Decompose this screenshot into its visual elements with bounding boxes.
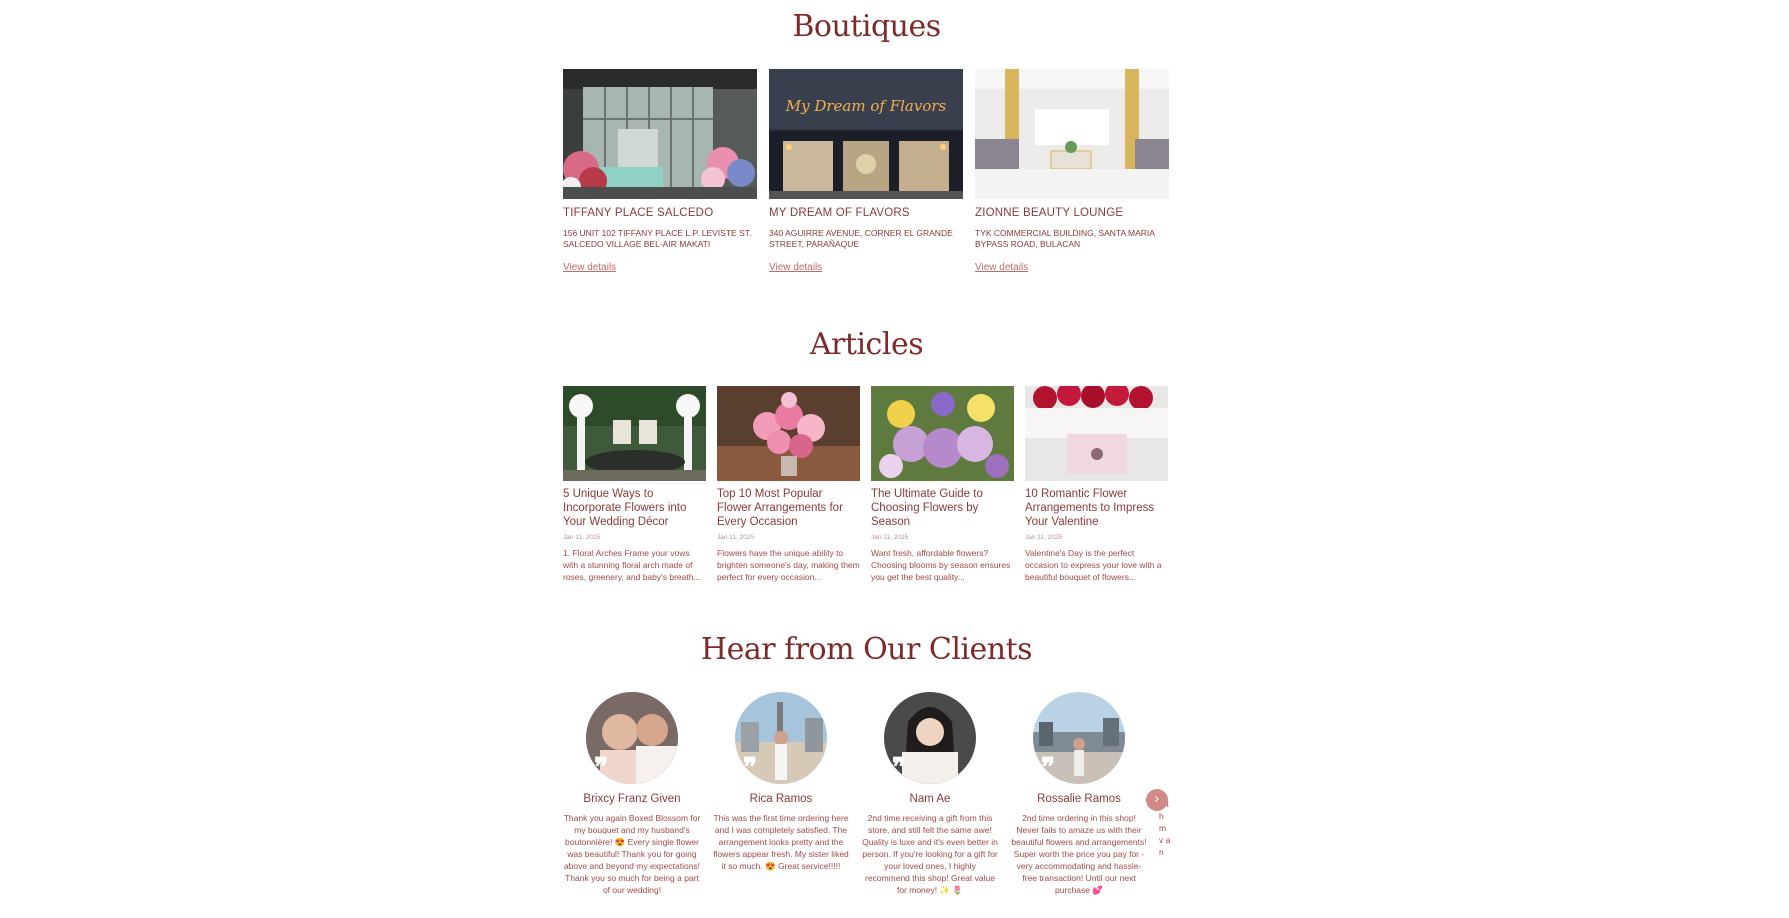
- boutique-address: 156 UNIT 102 TIFFANY PLACE L.P. LEVISTE …: [563, 228, 752, 249]
- client-name: Rossalie Ramos: [1037, 793, 1121, 805]
- article-excerpt: Flowers have the unique ability to brigh…: [717, 548, 860, 582]
- boutiques-list: TIFFANY PLACE SALCEDO 156 UNIT 102 TIFFA…: [563, 69, 1170, 275]
- testimonial-text: 2nd time ordering in this shop! Never fa…: [1011, 813, 1147, 895]
- view-details-link[interactable]: View details: [563, 262, 616, 273]
- client-name: Nam Ae: [909, 793, 951, 805]
- article-date: Jan 11, 2025: [563, 534, 601, 541]
- client-avatar: ❞: [884, 692, 976, 784]
- client-name: Rica Ramos: [749, 793, 813, 805]
- interior-image: [975, 69, 1169, 199]
- testimonial-card: ❞ Brixcy Franz Given Thank you again Box…: [563, 692, 701, 896]
- article-title[interactable]: Top 10 Most Popular Flower Arrangements …: [717, 487, 860, 529]
- seasonal-flowers-image: [871, 386, 1014, 481]
- article-card: Top 10 Most Popular Flower Arrangements …: [717, 386, 860, 583]
- boutique-address: TYK COMMERCIAL BUILDING, SANTA MARIA BYP…: [975, 228, 1155, 249]
- testimonial-text: Thank you again Boxed Blossom for my bou…: [563, 813, 701, 895]
- article-title[interactable]: 10 Romantic Flower Arrangements to Impre…: [1025, 487, 1168, 529]
- testimonial-card: ❞ Nam Ae 2nd time receiving a gift from …: [861, 692, 999, 896]
- article-title[interactable]: The Ultimate Guide to Choosing Flowers b…: [871, 487, 1014, 529]
- boutique-card: TIFFANY PLACE SALCEDO 156 UNIT 102 TIFFA…: [563, 69, 757, 275]
- boutiques-heading: Boutiques: [792, 9, 941, 44]
- testimonial-card-partial: T th m v an: [1159, 692, 1170, 858]
- article-thumbnail[interactable]: [1025, 386, 1168, 481]
- quote-icon: ❞: [743, 753, 757, 783]
- article-excerpt: Valentine's Day is the perfect occasion …: [1025, 548, 1162, 582]
- boutique-name: MY DREAM OF FLAVORS: [769, 207, 910, 219]
- client-avatar: ❞: [1033, 692, 1125, 784]
- testimonial-card: ❞ Rica Ramos This was the first time ord…: [712, 692, 850, 872]
- boutique-name: ZIONNE BEAUTY LOUNGE: [975, 207, 1124, 219]
- client-name: Brixcy Franz Given: [583, 793, 681, 805]
- carousel-next-button[interactable]: ›: [1146, 789, 1168, 811]
- store-sign-text: My Dream of Flavors: [785, 97, 947, 115]
- boutique-name: TIFFANY PLACE SALCEDO: [563, 207, 714, 219]
- articles-heading: Articles: [809, 327, 924, 362]
- boutique-card: My Dream of Flavors MY DREAM OF FLAVORS …: [769, 69, 963, 275]
- article-date: Jan 11, 2025: [717, 534, 755, 541]
- article-thumbnail[interactable]: [871, 386, 1014, 481]
- boutique-address: 340 AGUIRRE AVENUE, CORNER EL GRANDE STR…: [769, 228, 953, 249]
- article-date: Jan 11, 2025: [871, 534, 909, 541]
- article-thumbnail[interactable]: [563, 386, 706, 481]
- testimonial-card: ❞ Rossalie Ramos 2nd time ordering in th…: [1010, 692, 1148, 896]
- articles-list: 5 Unique Ways to Incorporate Flowers int…: [563, 386, 1170, 583]
- storefront-image: My Dream of Flavors: [769, 69, 963, 199]
- testimonials-carousel: ❞ Brixcy Franz Given Thank you again Box…: [563, 692, 1170, 918]
- quote-icon: ❞: [892, 753, 906, 783]
- boutique-photo-dream-of-flavors[interactable]: My Dream of Flavors: [769, 69, 963, 199]
- pink-arrangement-image: [717, 386, 860, 481]
- storefront-image: [563, 69, 757, 199]
- article-excerpt: Want fresh, affordable flowers? Choosing…: [871, 548, 1011, 582]
- view-details-link[interactable]: View details: [975, 262, 1028, 273]
- article-card: 10 Romantic Flower Arrangements to Impre…: [1025, 386, 1168, 583]
- chevron-right-icon: ›: [1154, 792, 1160, 807]
- article-card: 5 Unique Ways to Incorporate Flowers int…: [563, 386, 706, 583]
- testimonials-heading: Hear from Our Clients: [700, 632, 1033, 667]
- article-card: The Ultimate Guide to Choosing Flowers b…: [871, 386, 1014, 583]
- testimonial-text: 2nd time receiving a gift from this stor…: [862, 813, 998, 895]
- article-thumbnail[interactable]: [717, 386, 860, 481]
- wedding-arch-image: [563, 386, 706, 481]
- quote-icon: ❞: [1041, 753, 1055, 783]
- boutique-photo-zionne[interactable]: [975, 69, 1169, 199]
- client-avatar: ❞: [735, 692, 827, 784]
- view-details-link[interactable]: View details: [769, 262, 822, 273]
- quote-icon: ❞: [594, 753, 608, 783]
- article-excerpt: 1. Floral Arches Frame your vows with a …: [563, 548, 701, 582]
- article-date: Jan 11, 2025: [1025, 534, 1063, 541]
- article-title[interactable]: 5 Unique Ways to Incorporate Flowers int…: [563, 487, 706, 529]
- testimonial-text: This was the first time ordering here an…: [713, 813, 849, 871]
- boutique-card: ZIONNE BEAUTY LOUNGE TYK COMMERCIAL BUIL…: [975, 69, 1169, 275]
- boutique-photo-tiffany[interactable]: [563, 69, 757, 199]
- rose-box-image: [1025, 386, 1168, 481]
- client-avatar: ❞: [586, 692, 678, 784]
